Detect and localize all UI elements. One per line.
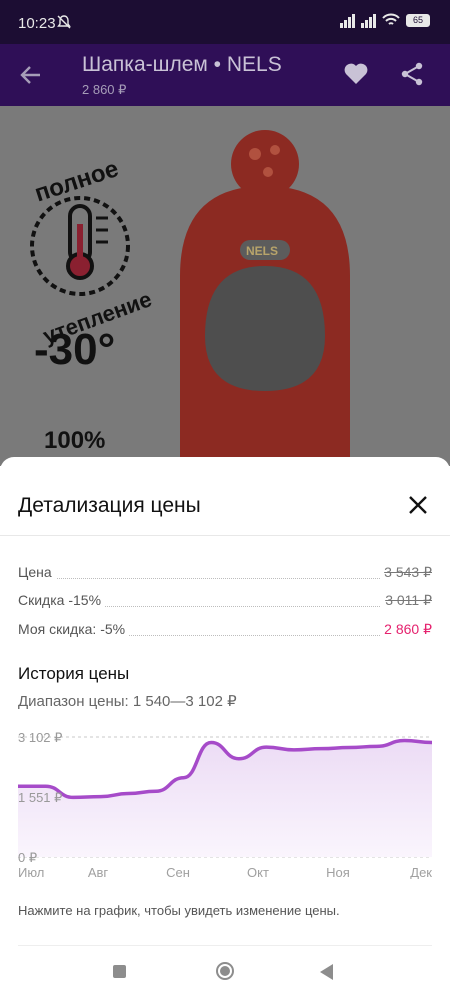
row-label: Цена bbox=[18, 564, 56, 580]
signal-icon bbox=[340, 12, 355, 28]
back-arrow-icon[interactable] bbox=[20, 64, 42, 86]
product-image: полное утепление -30° 100% NELS bbox=[0, 106, 450, 466]
close-icon[interactable] bbox=[404, 491, 432, 519]
temperature-label: -30° bbox=[34, 325, 115, 374]
battery-indicator: 65 bbox=[406, 13, 430, 27]
product-image-illustration: полное утепление -30° 100% NELS bbox=[30, 130, 350, 466]
sheet-divider bbox=[0, 535, 450, 536]
status-icons: 65 bbox=[340, 12, 430, 28]
x-tick-label: Июл bbox=[18, 865, 44, 879]
y-tick-label: 1 551 ₽ bbox=[18, 790, 62, 805]
sheet-title: Детализация цены bbox=[18, 494, 201, 517]
y-tick-label: 3 102 ₽ bbox=[18, 730, 62, 745]
row-label: Скидка -15% bbox=[18, 592, 106, 608]
mute-icon bbox=[57, 15, 71, 29]
back-button[interactable] bbox=[320, 964, 333, 980]
heart-icon[interactable] bbox=[343, 62, 369, 86]
row-value: 3 543 ₽ bbox=[380, 564, 432, 581]
x-tick-label: Окт bbox=[247, 865, 269, 879]
final-price: 2 860 ₽ bbox=[380, 621, 432, 638]
x-tick-label: Авг bbox=[88, 865, 109, 879]
price-details-sheet: Детализация цены Цена 3 543 ₽ Скидка -15… bbox=[0, 457, 450, 1000]
x-tick-label: Ноя bbox=[326, 865, 350, 879]
row-value: 3 011 ₽ bbox=[381, 592, 432, 609]
price-range: Диапазон цены: 1 540—3 102 ₽ bbox=[18, 693, 237, 710]
discount-row: Скидка -15% 3 011 ₽ bbox=[18, 592, 432, 612]
status-bar: 10:23 65 bbox=[0, 0, 450, 44]
product-price: 2 860 ₽ bbox=[82, 82, 127, 97]
my-discount-row: Моя скидка: -5% 2 860 ₽ bbox=[18, 621, 432, 641]
product-title: Шапка-шлем • NELS bbox=[82, 53, 282, 76]
status-time: 10:23 bbox=[18, 15, 56, 32]
share-icon[interactable] bbox=[400, 62, 424, 86]
chart-hint: Нажмите на график, чтобы увидеть изменен… bbox=[18, 903, 340, 918]
recents-button[interactable] bbox=[113, 965, 126, 978]
wifi-icon bbox=[382, 13, 400, 25]
home-button[interactable] bbox=[216, 962, 234, 980]
y-tick-label: 0 ₽ bbox=[18, 850, 37, 865]
price-history-chart[interactable]: 3 102 ₽ 1 551 ₽ 0 ₽ Июл Авг Сен Окт Ноя Дек bbox=[18, 729, 432, 879]
brand-tag: NELS bbox=[246, 244, 278, 258]
row-label: Моя скидка: -5% bbox=[18, 621, 130, 637]
history-title: История цены bbox=[18, 664, 130, 683]
price-row: Цена 3 543 ₽ bbox=[18, 564, 432, 584]
signal-icon bbox=[361, 12, 376, 28]
x-tick-label: Дек bbox=[410, 865, 432, 879]
system-nav-bar bbox=[0, 950, 450, 1000]
percent-label: 100% bbox=[44, 427, 105, 454]
x-tick-label: Сен bbox=[166, 865, 190, 879]
app-bar: Шапка-шлем • NELS 2 860 ₽ bbox=[0, 44, 450, 106]
sheet-bottom-divider bbox=[18, 945, 432, 946]
